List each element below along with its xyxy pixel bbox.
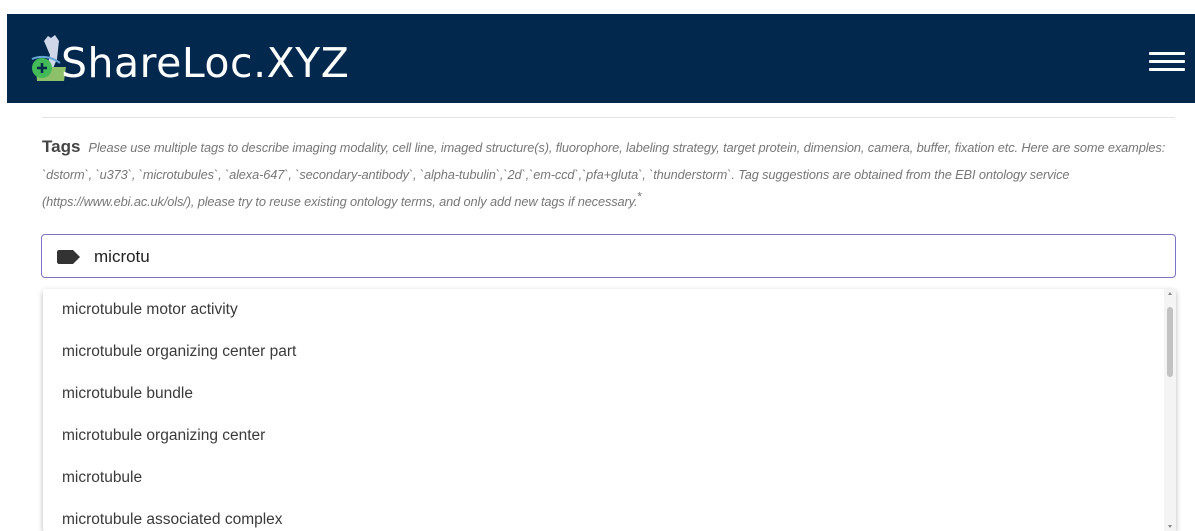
hamburger-menu-icon[interactable]: [1149, 50, 1185, 74]
suggestion-item[interactable]: microtubule organizing center: [43, 415, 1163, 457]
suggestion-item[interactable]: microtubule motor activity: [43, 289, 1163, 331]
menu-line: [1149, 52, 1185, 55]
tag-icon: [57, 250, 81, 264]
tags-input-value[interactable]: microtu: [94, 245, 150, 269]
section-divider: [42, 117, 1175, 118]
tags-label: Tags: [42, 137, 81, 156]
required-marker: *: [637, 189, 643, 204]
tags-field-description: Tags Please use multiple tags to describe…: [42, 133, 1175, 215]
suggestion-item[interactable]: microtubule associated complex: [43, 499, 1163, 531]
tags-help-text: Please use multiple tags to describe ima…: [42, 140, 1166, 209]
menu-line: [1149, 68, 1185, 71]
dropdown-scrollbar[interactable]: [1164, 289, 1176, 531]
tags-input[interactable]: microtu: [41, 234, 1176, 278]
scroll-down-icon[interactable]: [1168, 525, 1172, 528]
scrollbar-thumb[interactable]: [1167, 307, 1173, 377]
suggestion-item[interactable]: microtubule bundle: [43, 373, 1163, 415]
suggestion-item[interactable]: microtubule organizing center part: [43, 331, 1163, 373]
brand-title[interactable]: ShareLoc.XYZ: [61, 33, 349, 93]
tag-suggestions-dropdown[interactable]: microtubule motor activity microtubule o…: [43, 289, 1176, 531]
top-strip: [0, 0, 1195, 14]
scroll-up-icon[interactable]: [1168, 292, 1172, 295]
menu-line: [1149, 60, 1185, 63]
suggestion-item[interactable]: microtubule: [43, 457, 1163, 499]
app-header: ShareLoc.XYZ: [7, 14, 1195, 103]
